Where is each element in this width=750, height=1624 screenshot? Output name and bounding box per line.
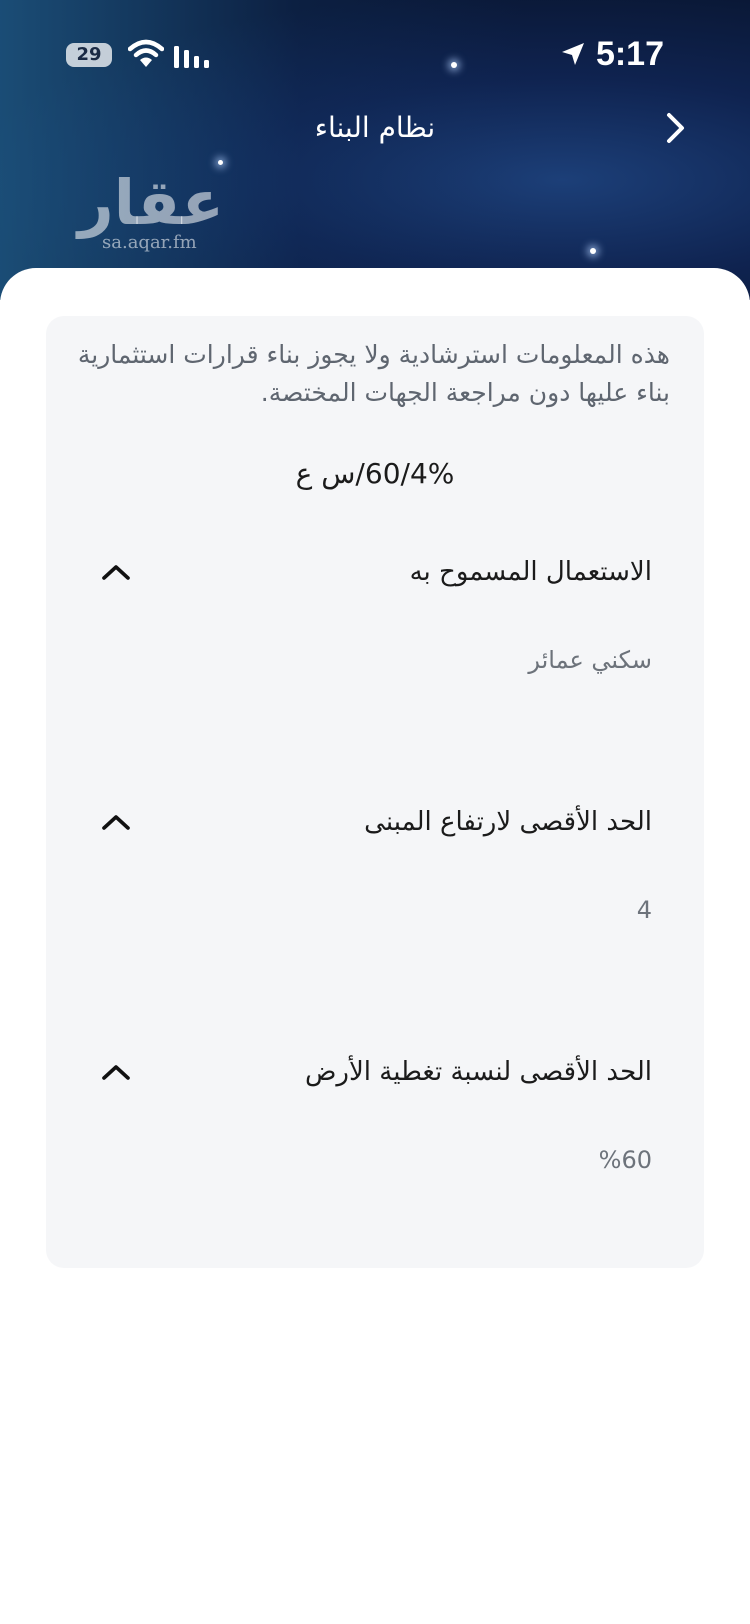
building-system-card: هذه المعلومات استرشادية ولا يجوز بناء قر… bbox=[46, 316, 704, 1268]
disclaimer-text: هذه المعلومات استرشادية ولا يجوز بناء قر… bbox=[77, 340, 670, 407]
chevron-up-icon bbox=[102, 1065, 130, 1080]
aqar-logo-watermark: عقار sa.aqar.fm bbox=[78, 166, 224, 254]
header-background: 29 5:17 نظام البناء عقار sa.aqar.fm bbox=[0, 0, 750, 300]
collapse-max-coverage-button[interactable] bbox=[98, 1052, 134, 1092]
section-title-max-coverage: الحد الأقصى لنسبة تغطية الأرض bbox=[304, 1057, 652, 1087]
chevron-right-icon bbox=[667, 113, 684, 143]
collapse-permitted-use-button[interactable] bbox=[98, 552, 134, 592]
section-value-permitted-use: سكني عمائر bbox=[528, 646, 652, 674]
time-group: 5:17 bbox=[560, 32, 664, 76]
section-title-max-height: الحد الأقصى لارتفاع المبنى bbox=[364, 807, 652, 837]
chevron-up-icon bbox=[102, 815, 130, 830]
collapse-max-height-button[interactable] bbox=[98, 802, 134, 842]
status-time: 5:17 bbox=[595, 34, 664, 73]
back-button[interactable] bbox=[656, 104, 696, 152]
wifi-icon bbox=[128, 39, 164, 67]
section-value-max-height: 4 bbox=[636, 896, 652, 924]
page-title: نظام البناء bbox=[314, 111, 436, 144]
zoning-code: 60/4%/س ع bbox=[295, 457, 455, 490]
section-title-permitted-use: الاستعمال المسموح به bbox=[409, 557, 652, 587]
star-decoration bbox=[218, 160, 223, 165]
battery-indicator: 29 bbox=[66, 43, 112, 67]
section-value-max-coverage: %60 bbox=[598, 1146, 652, 1174]
watermark-arabic: عقار bbox=[78, 166, 224, 239]
cellular-signal-icon bbox=[174, 46, 209, 68]
status-bar: 29 5:17 bbox=[0, 0, 750, 100]
star-decoration bbox=[590, 248, 596, 254]
chevron-up-icon bbox=[102, 565, 130, 580]
location-arrow-icon bbox=[561, 43, 584, 65]
